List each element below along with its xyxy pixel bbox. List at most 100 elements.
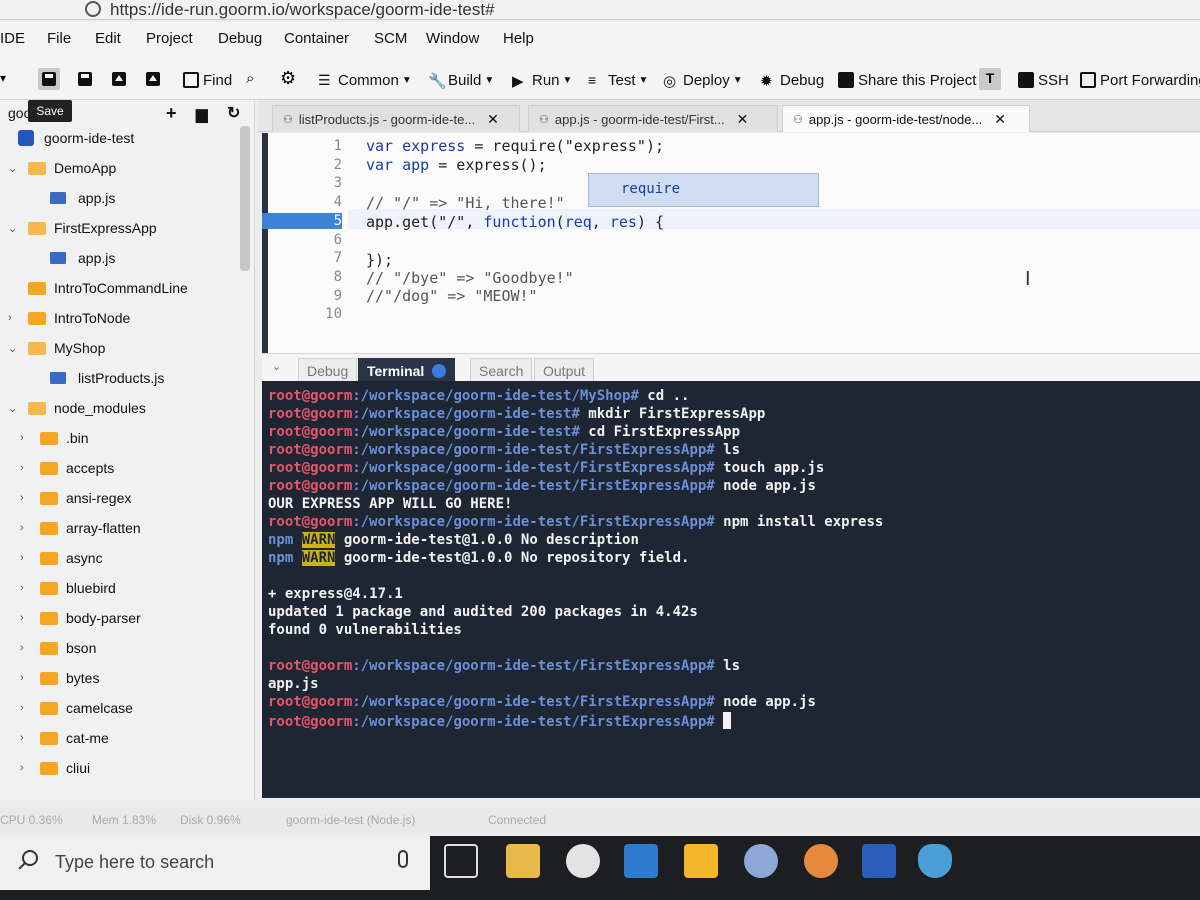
chevron-right-icon[interactable]: › (20, 492, 24, 504)
chrome-icon[interactable] (566, 844, 600, 878)
new-dropdown-icon[interactable]: ▾ (0, 68, 22, 90)
upload-button[interactable] (108, 68, 130, 90)
tree-item[interactable]: › bytes (0, 664, 240, 692)
tab-search[interactable]: Search (470, 358, 533, 382)
tree-item[interactable]: › ansi-regex (0, 484, 240, 512)
menu-debug[interactable]: Debug (218, 30, 262, 47)
tree-item[interactable]: ⌄ goorm-ide-test (18, 124, 254, 152)
terminal-toggle-icon[interactable]: T (979, 68, 1001, 90)
tree-item[interactable]: › .bin (0, 424, 240, 452)
menu-ide[interactable]: IDE (0, 30, 25, 47)
menu-project[interactable]: Project (146, 30, 193, 47)
security-shield-icon[interactable] (918, 844, 952, 878)
tree-item[interactable]: ⌄ node_modules (0, 394, 240, 422)
reload-icon[interactable] (85, 1, 101, 17)
menu-file[interactable]: File (47, 30, 71, 47)
taskbar-search[interactable]: Type here to search (0, 836, 430, 890)
tab-debug[interactable]: Debug (298, 358, 358, 382)
tree-item[interactable]: › array-flatten (0, 514, 240, 542)
search-replace-icon[interactable]: ⌕ (246, 68, 268, 90)
chevron-right-icon[interactable]: › (20, 672, 24, 684)
tab-app-node[interactable]: ⚇ app.js - goorm-ide-test/node... ✕ (782, 105, 1030, 132)
chevron-right-icon[interactable]: › (20, 432, 24, 444)
tree-item[interactable]: › async (0, 544, 240, 572)
chevron-right-icon[interactable]: › (20, 582, 24, 594)
save-button[interactable] (38, 68, 60, 90)
url-text[interactable]: https://ide-run.goorm.io/workspace/goorm… (110, 0, 495, 20)
share-project-button[interactable]: Share this Project (838, 68, 976, 92)
word-icon[interactable] (862, 844, 896, 878)
tree-item[interactable]: › accepts (0, 454, 240, 482)
sublime-icon[interactable] (684, 844, 718, 878)
find-button[interactable]: Find (183, 68, 232, 92)
file-explorer-icon[interactable] (506, 844, 540, 878)
chevron-right-icon[interactable]: › (20, 612, 24, 624)
tree-item[interactable]: ⌄ DemoApp (0, 154, 240, 182)
tree-item[interactable]: app.js (0, 244, 240, 272)
tree-item[interactable]: › body-parser (0, 604, 240, 632)
terminal[interactable]: root@goorm:/workspace/goorm-ide-test/MyS… (262, 381, 1200, 798)
tree-item[interactable]: app.js (0, 184, 240, 212)
menu-scm[interactable]: SCM (374, 30, 407, 47)
common-menu[interactable]: ☰ Common ▼ (318, 68, 412, 92)
close-icon[interactable]: ✕ (737, 111, 749, 128)
tree-item[interactable]: › bson (0, 634, 240, 662)
port-forwarding-button[interactable]: Port Forwarding (1080, 68, 1200, 92)
build-menu[interactable]: 🔧 Build ▼ (428, 68, 494, 92)
run-menu[interactable]: ▶ Run ▼ (512, 68, 572, 92)
drawing-app-icon[interactable] (804, 844, 838, 878)
code-editor[interactable]: 1 2 3 4 5 6 7 8 9 10 var express = require("expre… (262, 133, 1200, 353)
ssh-button[interactable]: SSH (1018, 68, 1069, 92)
debug-button[interactable]: ✹ Debug (760, 68, 824, 92)
tree-item[interactable]: › bluebird (0, 574, 240, 602)
tab-output[interactable]: Output (534, 358, 595, 382)
tree-item[interactable]: › IntroToNode (0, 304, 240, 332)
menu-window[interactable]: Window (426, 30, 479, 47)
chevron-down-icon[interactable]: ⌄ (272, 360, 281, 373)
new-folder-icon[interactable]: ▆ (196, 105, 208, 123)
tree-item[interactable]: › camelcase (0, 694, 240, 722)
tree-item[interactable]: IntroToCommandLine (0, 274, 240, 302)
chevron-down-icon[interactable]: ⌄ (8, 222, 17, 235)
github-desktop-icon[interactable] (744, 844, 778, 878)
tree-item[interactable]: ⌄ FirstExpressApp (0, 214, 240, 242)
chevron-right-icon[interactable]: › (20, 762, 24, 774)
upload-folder-button[interactable] (142, 68, 164, 90)
menu-edit[interactable]: Edit (95, 30, 121, 47)
chevron-right-icon[interactable]: › (20, 702, 24, 714)
running-task[interactable]: goorm-ide-test (Node.js) (286, 813, 415, 827)
autocomplete-suggestion[interactable]: require (588, 173, 819, 207)
deploy-menu[interactable]: ◎ Deploy ▼ (663, 68, 743, 92)
chevron-right-icon[interactable]: › (20, 522, 24, 534)
menu-container[interactable]: Container (284, 30, 349, 47)
add-icon[interactable]: + (166, 103, 177, 124)
chevron-down-icon[interactable]: ⌄ (8, 342, 17, 355)
gear-icon[interactable]: ⚙ (280, 68, 302, 90)
chevron-right-icon[interactable]: › (20, 552, 24, 564)
tree-item[interactable]: listProducts.js (0, 364, 240, 392)
close-icon[interactable]: ✕ (994, 111, 1006, 128)
task-view-icon[interactable] (444, 844, 478, 878)
close-icon[interactable]: ✕ (487, 111, 499, 128)
chevron-right-icon[interactable]: › (8, 312, 12, 324)
chevron-right-icon[interactable]: › (20, 462, 24, 474)
microphone-icon[interactable] (398, 850, 408, 868)
terminal-prompt[interactable]: root@goorm:/workspace/goorm-ide-test/Fir… (268, 712, 732, 730)
tab-app-first-express[interactable]: ⚇ app.js - goorm-ide-test/First... ✕ (528, 105, 778, 132)
tree-item[interactable]: › cliui (0, 754, 240, 782)
tree-item[interactable]: › cat-me (0, 724, 240, 752)
menu-help[interactable]: Help (503, 30, 534, 47)
vscode-icon[interactable] (624, 844, 658, 878)
chevron-right-icon[interactable]: › (20, 732, 24, 744)
refresh-icon[interactable]: ↻ (227, 103, 240, 123)
save-all-button[interactable] (74, 68, 96, 90)
browser-address-bar[interactable]: https://ide-run.goorm.io/workspace/goorm… (0, 0, 1200, 20)
tab-list-products[interactable]: ⚇ listProducts.js - goorm-ide-te... ✕ (272, 105, 520, 132)
tree-item[interactable]: ⌄ MyShop (0, 334, 240, 362)
tab-terminal[interactable]: Terminal (358, 358, 456, 382)
test-menu[interactable]: ≡ Test ▼ (588, 68, 648, 92)
chevron-right-icon[interactable]: › (20, 642, 24, 654)
chevron-down-icon[interactable]: ⌄ (8, 162, 17, 175)
chevron-down-icon[interactable]: ⌄ (8, 402, 17, 415)
chevron-down-icon[interactable]: ⌄ (26, 132, 35, 145)
